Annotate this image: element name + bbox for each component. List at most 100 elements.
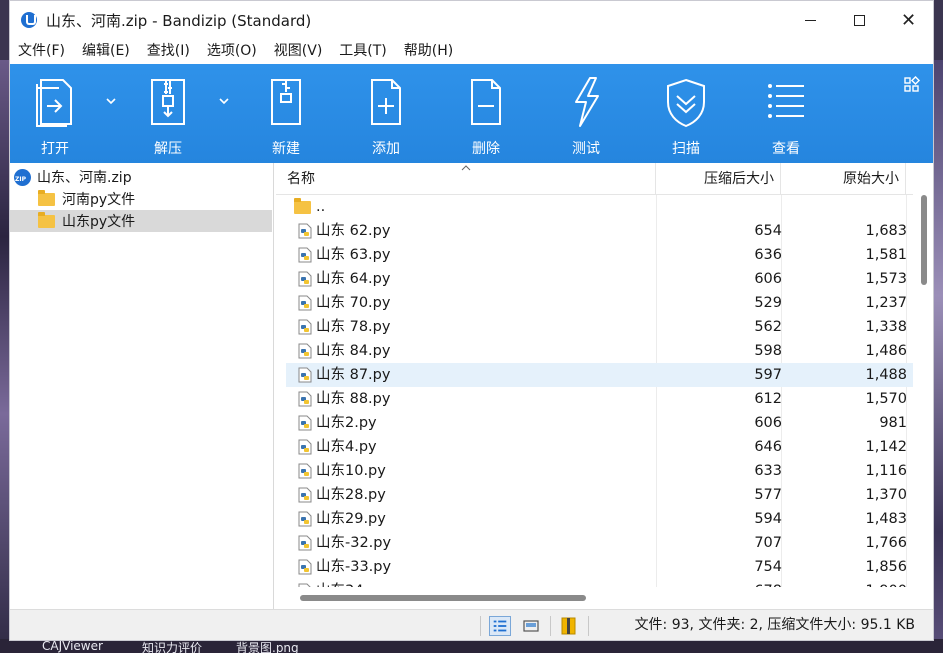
title-bar[interactable]: 山东、河南.zip - Bandizip (Standard) ✕ (10, 1, 933, 39)
open-icon (36, 79, 72, 127)
status-bar: 文件: 93, 文件夹: 2, 压缩文件大小: 95.1 KB (10, 609, 933, 640)
table-row[interactable]: 山东 87.py 597 1,488 (286, 363, 913, 387)
packed-size: 594 (754, 511, 782, 527)
table-row[interactable]: 山东28.py 577 1,370 (286, 483, 913, 507)
layout-grid-icon[interactable] (903, 76, 921, 94)
extract-button[interactable]: 解压 (128, 64, 208, 163)
tree-item-henan[interactable]: 河南py文件 (10, 188, 272, 210)
original-size: 1,116 (865, 463, 907, 479)
maximize-icon (854, 14, 865, 26)
view-button[interactable]: 查看 (746, 64, 826, 163)
view-label: 查看 (772, 141, 800, 157)
file-list: 名称 压缩后大小 原始大小 .. 山东 62.py 654 1,683 山东 63.p… (276, 163, 933, 609)
test-button[interactable]: 测试 (546, 64, 626, 163)
table-row[interactable]: 山东 62.py 654 1,683 (286, 219, 913, 243)
list-item-parent[interactable]: .. (286, 195, 913, 219)
thumbnail-view-icon[interactable] (520, 616, 542, 636)
packed-size: 633 (754, 463, 782, 479)
file-name: 山东 84.py (316, 343, 391, 359)
status-divider (480, 616, 481, 636)
open-button[interactable]: 打开 (15, 64, 95, 163)
column-header-original-size[interactable]: 原始大小 (781, 163, 906, 195)
menu-view[interactable]: 视图(V) (266, 39, 332, 63)
file-name: 山东 88.py (316, 391, 391, 407)
packed-size: 636 (754, 247, 782, 263)
maximize-button[interactable] (835, 1, 884, 39)
taskbar-item[interactable]: CAJViewer (42, 639, 103, 653)
menu-file[interactable]: 文件(F) (10, 39, 74, 63)
original-size: 1,338 (865, 319, 907, 335)
table-row[interactable]: 山东4.py 646 1,142 (286, 435, 913, 459)
table-row[interactable]: 山东 70.py 529 1,237 (286, 291, 913, 315)
file-name: 山东28.py (316, 487, 386, 503)
table-row[interactable]: 山东2.py 606 981 (286, 411, 913, 435)
table-row[interactable]: 山东10.py 633 1,116 (286, 459, 913, 483)
table-row[interactable]: 山东 88.py 612 1,570 (286, 387, 913, 411)
file-name: 山东 63.py (316, 247, 391, 263)
column-header-label: 名称 (287, 171, 315, 187)
table-row[interactable]: 山东 63.py 636 1,581 (286, 243, 913, 267)
minimize-button[interactable] (786, 1, 835, 39)
packed-size: 577 (754, 487, 782, 503)
file-name: 山东10.py (316, 463, 386, 479)
view-icon (768, 84, 804, 118)
table-row[interactable]: 山东-32.py 707 1,766 (286, 531, 913, 555)
extract-dropdown-chevron-icon[interactable] (217, 94, 231, 108)
taskbar-item[interactable]: 背景图.png (236, 639, 299, 653)
status-summary: 文件: 93, 文件夹: 2, 压缩文件大小: 95.1 KB (634, 617, 915, 633)
new-archive-label: 新建 (272, 141, 300, 157)
menu-tools[interactable]: 工具(T) (331, 39, 395, 63)
table-row[interactable]: 山东 84.py 598 1,486 (286, 339, 913, 363)
column-header-name[interactable]: 名称 (276, 163, 656, 195)
menu-options[interactable]: 选项(O) (199, 39, 266, 63)
python-file-icon (298, 319, 312, 335)
desktop-taskbar-strip: CAJViewer 知识力评价 背景图.png (0, 639, 943, 653)
scan-icon (667, 78, 705, 128)
tree-item-shandong[interactable]: 山东py文件 (10, 210, 272, 232)
delete-button[interactable]: 删除 (446, 64, 526, 163)
table-row[interactable]: 山东-33.py 754 1,856 (286, 555, 913, 579)
original-size: 1,683 (865, 223, 907, 239)
table-row[interactable]: 山东29.py 594 1,483 (286, 507, 913, 531)
bandizip-window: 山东、河南.zip - Bandizip (Standard) ✕ 文件(F) … (9, 0, 934, 641)
extract-label: 解压 (154, 141, 182, 157)
menu-help[interactable]: 帮助(H) (396, 39, 462, 63)
close-button[interactable]: ✕ (884, 1, 933, 39)
original-size: 1,370 (865, 487, 907, 503)
menu-find[interactable]: 查找(I) (139, 39, 199, 63)
archive-info-icon[interactable] (558, 616, 580, 636)
add-button[interactable]: 添加 (346, 64, 426, 163)
file-name: 山东 78.py (316, 319, 391, 335)
scan-button[interactable]: 扫描 (646, 64, 726, 163)
original-size: 1,486 (865, 343, 907, 359)
taskbar-item[interactable]: 知识力评价 (142, 639, 202, 653)
menu-edit[interactable]: 编辑(E) (74, 39, 139, 63)
desktop-background-right (933, 60, 943, 650)
vertical-scrollbar[interactable] (921, 195, 927, 285)
tree-item-root[interactable]: 山东、河南.zip (10, 166, 272, 188)
original-size: 1,142 (865, 439, 907, 455)
scan-label: 扫描 (672, 141, 700, 157)
zip-archive-icon (14, 168, 31, 186)
folder-icon (38, 189, 55, 206)
python-file-icon (298, 391, 312, 407)
python-file-icon (298, 271, 312, 287)
new-archive-icon (271, 79, 301, 125)
horizontal-scrollbar[interactable] (300, 595, 586, 601)
open-dropdown-chevron-icon[interactable] (104, 94, 118, 108)
delete-label: 删除 (472, 141, 500, 157)
table-row[interactable]: 山东 78.py 562 1,338 (286, 315, 913, 339)
original-size: 1,483 (865, 511, 907, 527)
new-archive-button[interactable]: 新建 (246, 64, 326, 163)
original-size: 1,856 (865, 559, 907, 575)
packed-size: 597 (754, 367, 782, 383)
original-size: 1,570 (865, 391, 907, 407)
table-row[interactable]: 山东 64.py 606 1,573 (286, 267, 913, 291)
python-file-icon (298, 535, 312, 551)
status-divider (550, 616, 551, 636)
packed-size: 654 (754, 223, 782, 239)
packed-size: 598 (754, 343, 782, 359)
details-view-icon[interactable] (489, 616, 511, 636)
column-header-packed-size[interactable]: 压缩后大小 (656, 163, 781, 195)
file-name: 山东 62.py (316, 223, 391, 239)
